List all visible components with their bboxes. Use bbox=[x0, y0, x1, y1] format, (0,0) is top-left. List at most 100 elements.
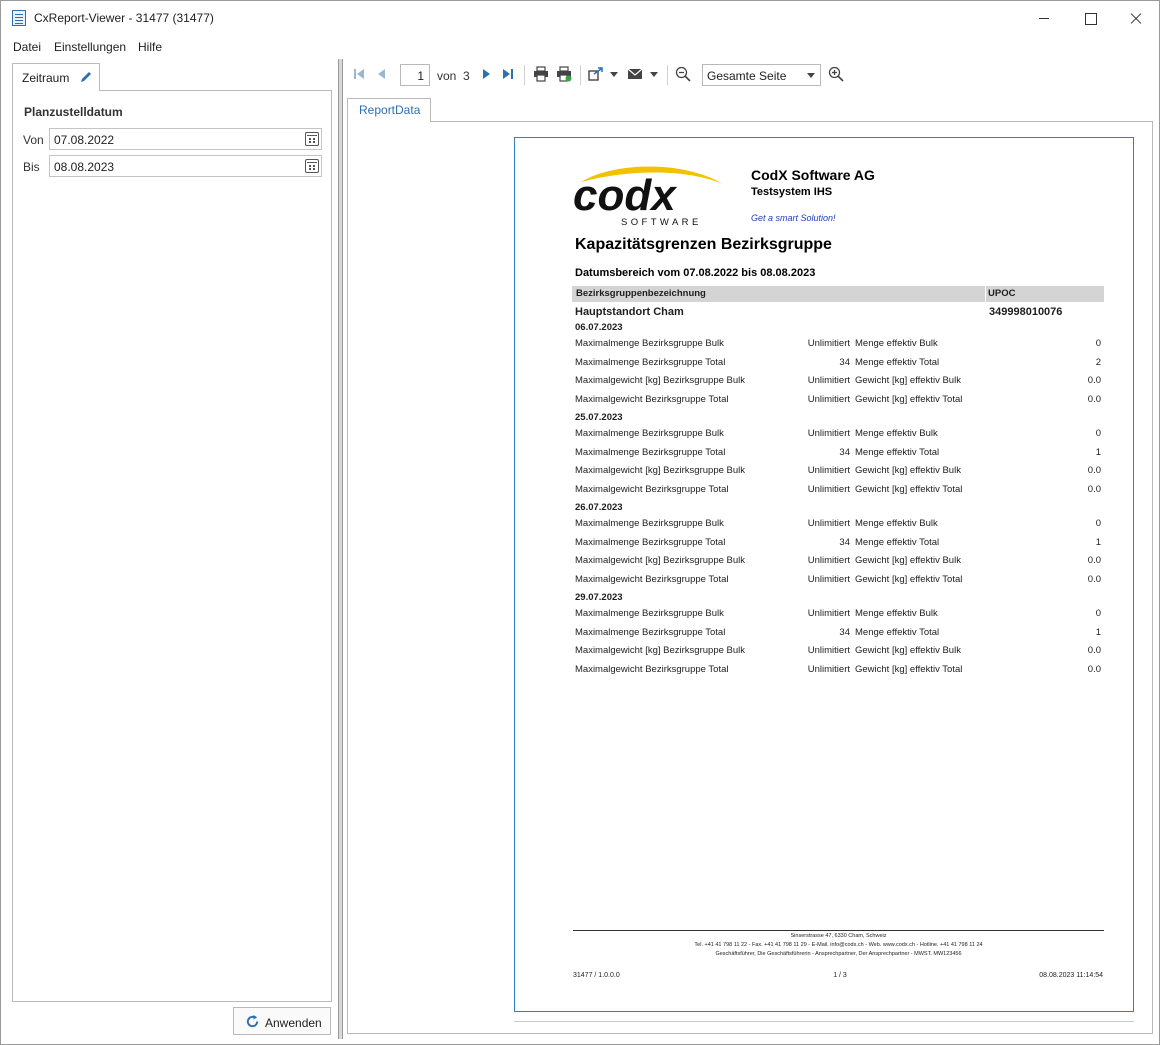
row-effective-value: 1 bbox=[1095, 536, 1101, 548]
row-effective-value: 0.0 bbox=[1087, 393, 1101, 405]
row-effective-value: 0 bbox=[1095, 608, 1101, 619]
row-limit: Unlimitiert bbox=[807, 573, 850, 585]
next-page-icon[interactable] bbox=[478, 66, 494, 82]
toolbar-separator bbox=[524, 65, 525, 85]
chevron-down-icon[interactable] bbox=[609, 66, 619, 82]
tab-zeitraum-label: Zeitraum bbox=[22, 71, 70, 85]
row-limit: 34 bbox=[839, 626, 850, 638]
row-label: Maximalmenge Bezirksgruppe Bulk bbox=[575, 518, 724, 529]
last-page-icon[interactable] bbox=[500, 66, 516, 82]
row-effective-value: 1 bbox=[1095, 446, 1101, 458]
row-effective-label: Gewicht [kg] effektiv Total bbox=[855, 483, 963, 495]
row-effective-value: 0.0 bbox=[1087, 645, 1101, 656]
row-limit: Unlimitiert bbox=[807, 518, 850, 529]
row-limit: Unlimitiert bbox=[807, 338, 850, 349]
row-limit: Unlimitiert bbox=[807, 663, 850, 675]
from-date-field[interactable]: 07.08.2022 bbox=[49, 128, 322, 150]
row-effective-value: 0.0 bbox=[1087, 375, 1101, 386]
footer-version: 31477 / 1.0.0.0 bbox=[573, 972, 620, 979]
title-bar: CxReport-Viewer - 31477 (31477) bbox=[1, 1, 1159, 35]
row-effective-label: Menge effektiv Total bbox=[855, 356, 940, 368]
menu-bar: Datei Einstellungen Hilfe bbox=[1, 37, 1159, 57]
app-icon bbox=[12, 10, 26, 26]
row-effective-label: Menge effektiv Bulk bbox=[855, 518, 938, 529]
print-icon[interactable] bbox=[533, 66, 549, 82]
quick-print-icon[interactable] bbox=[556, 66, 572, 82]
footer-management: Geschäftsführer, Die Geschäftsführerin -… bbox=[715, 951, 962, 957]
menu-einstellungen[interactable]: Einstellungen bbox=[54, 40, 126, 54]
row-effective-label: Gewicht [kg] effektiv Total bbox=[855, 573, 963, 585]
row-limit: Unlimitiert bbox=[807, 645, 850, 656]
pencil-icon[interactable] bbox=[79, 70, 93, 84]
row-effective-value: 0 bbox=[1095, 518, 1101, 529]
chevron-down-icon bbox=[807, 73, 815, 78]
prev-page-icon[interactable] bbox=[374, 66, 390, 82]
row-limit: 34 bbox=[839, 536, 850, 548]
row-effective-label: Gewicht [kg] effektiv Total bbox=[855, 393, 963, 405]
row-effective-label: Gewicht [kg] effektiv Bulk bbox=[855, 465, 961, 476]
panel-splitter[interactable] bbox=[338, 59, 343, 1039]
toolbar-separator bbox=[580, 65, 581, 85]
date-header: 26.07.2023 bbox=[575, 502, 623, 513]
row-label: Maximalmenge Bezirksgruppe Bulk bbox=[575, 608, 724, 619]
tab-zeitraum[interactable]: Zeitraum bbox=[12, 63, 100, 91]
from-date-value: 07.08.2022 bbox=[54, 133, 115, 147]
chevron-down-icon[interactable] bbox=[649, 66, 659, 82]
report-rows: 06.07.2023 Maximalmenge Bezirksgruppe Bul… bbox=[515, 138, 1135, 698]
calendar-icon[interactable] bbox=[305, 132, 319, 146]
row-effective-value: 2 bbox=[1095, 356, 1101, 368]
date-header: 06.07.2023 bbox=[575, 322, 623, 333]
row-effective-value: 0.0 bbox=[1087, 573, 1101, 585]
close-button[interactable] bbox=[1113, 1, 1159, 35]
page-number-input[interactable]: 1 bbox=[400, 64, 430, 86]
row-effective-value: 0 bbox=[1095, 338, 1101, 349]
zoom-select-value: Gesamte Seite bbox=[707, 69, 787, 83]
row-label: Maximalmenge Bezirksgruppe Total bbox=[575, 626, 726, 638]
row-label: Maximalgewicht [kg] Bezirksgruppe Bulk bbox=[575, 465, 746, 476]
row-label: Maximalmenge Bezirksgruppe Total bbox=[575, 446, 726, 458]
row-limit: Unlimitiert bbox=[807, 393, 850, 405]
row-label: Maximalgewicht [kg] Bezirksgruppe Bulk bbox=[575, 555, 746, 566]
row-limit: Unlimitiert bbox=[807, 555, 850, 566]
row-effective-label: Menge effektiv Total bbox=[855, 446, 940, 458]
tab-reportdata-label: ReportData bbox=[359, 103, 421, 117]
row-label: Maximalmenge Bezirksgruppe Bulk bbox=[575, 428, 724, 439]
row-limit: 34 bbox=[839, 356, 850, 368]
zoom-select[interactable]: Gesamte Seite bbox=[702, 64, 821, 86]
menu-hilfe[interactable]: Hilfe bbox=[138, 40, 162, 54]
row-label: Maximalgewicht Bezirksgruppe Total bbox=[575, 393, 729, 405]
row-effective-label: Menge effektiv Bulk bbox=[855, 338, 938, 349]
report-page: codx SOFTWARE CodX Software AG Testsyste… bbox=[514, 137, 1134, 1012]
row-effective-value: 0.0 bbox=[1087, 555, 1101, 566]
tab-reportdata[interactable]: ReportData bbox=[347, 98, 431, 122]
first-page-icon[interactable] bbox=[351, 66, 367, 82]
row-effective-value: 0.0 bbox=[1087, 663, 1101, 675]
apply-button[interactable]: Anwenden bbox=[233, 1007, 331, 1035]
footer-page-number: 1 / 3 bbox=[833, 972, 847, 979]
row-label: Maximalmenge Bezirksgruppe Total bbox=[575, 536, 726, 548]
date-header: 25.07.2023 bbox=[575, 412, 623, 423]
row-label: Maximalgewicht Bezirksgruppe Total bbox=[575, 483, 729, 495]
to-label: Bis bbox=[23, 160, 40, 174]
calendar-icon[interactable] bbox=[305, 159, 319, 173]
page-of-label: von bbox=[437, 69, 457, 83]
minimize-button[interactable] bbox=[1021, 1, 1067, 35]
email-icon[interactable] bbox=[627, 66, 643, 82]
toolbar-separator bbox=[667, 65, 668, 85]
row-effective-label: Gewicht [kg] effektiv Total bbox=[855, 663, 963, 675]
maximize-button[interactable] bbox=[1067, 1, 1113, 35]
row-effective-label: Gewicht [kg] effektiv Bulk bbox=[855, 375, 961, 386]
row-limit: Unlimitiert bbox=[807, 465, 850, 476]
row-limit: Unlimitiert bbox=[807, 483, 850, 495]
row-effective-value: 0.0 bbox=[1087, 483, 1101, 495]
zoom-out-icon[interactable] bbox=[675, 66, 691, 82]
zoom-in-icon[interactable] bbox=[828, 66, 844, 82]
menu-datei[interactable]: Datei bbox=[13, 40, 41, 54]
row-effective-label: Gewicht [kg] effektiv Bulk bbox=[855, 555, 961, 566]
row-limit: Unlimitiert bbox=[807, 375, 850, 386]
row-limit: Unlimitiert bbox=[807, 608, 850, 619]
export-icon[interactable] bbox=[588, 66, 604, 82]
page-total: 3 bbox=[463, 69, 470, 83]
row-effective-label: Menge effektiv Bulk bbox=[855, 608, 938, 619]
to-date-field[interactable]: 08.08.2023 bbox=[49, 155, 322, 177]
